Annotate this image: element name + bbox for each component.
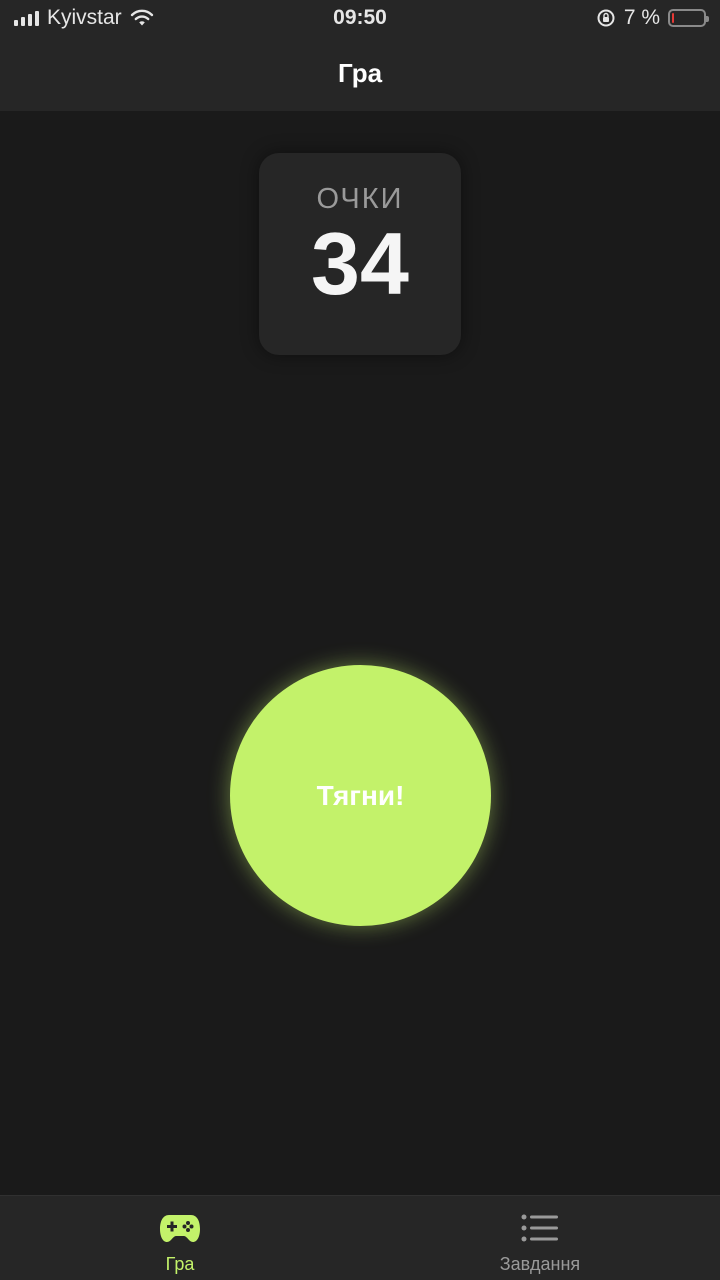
pull-button-label: Тягни! <box>316 779 405 811</box>
app-screen: Kyivstar 09:50 7 % Гра ОЧКИ 34 Тягни! Гр… <box>0 0 720 1280</box>
battery-level-fill <box>672 13 675 23</box>
battery-icon <box>668 9 709 27</box>
score-value: 34 <box>311 214 409 313</box>
list-icon <box>521 1210 559 1246</box>
orientation-lock-icon <box>597 9 615 27</box>
gamepad-icon <box>159 1210 201 1246</box>
pull-button[interactable]: Тягни! <box>230 665 491 926</box>
tab-tasks-label: Завдання <box>499 1254 581 1274</box>
tab-game-label: Гра <box>165 1254 195 1274</box>
status-right: 7 % <box>596 6 709 30</box>
status-left: Kyivstar <box>14 6 154 30</box>
score-card: ОЧКИ 34 <box>259 153 461 355</box>
tab-game[interactable]: Гра <box>0 1196 360 1280</box>
navigation-bar: Гра <box>0 36 720 111</box>
cellular-signal-icon <box>14 10 39 26</box>
carrier-name: Kyivstar <box>47 6 122 29</box>
page-title: Гра <box>337 58 383 88</box>
score-label: ОЧКИ <box>316 183 404 215</box>
tab-bar: Гра Завдання <box>0 1195 720 1280</box>
tab-tasks[interactable]: Завдання <box>360 1196 720 1280</box>
status-bar: Kyivstar 09:50 7 % <box>0 0 720 36</box>
wifi-icon <box>130 9 153 26</box>
battery-percentage: 7 % <box>623 6 660 29</box>
